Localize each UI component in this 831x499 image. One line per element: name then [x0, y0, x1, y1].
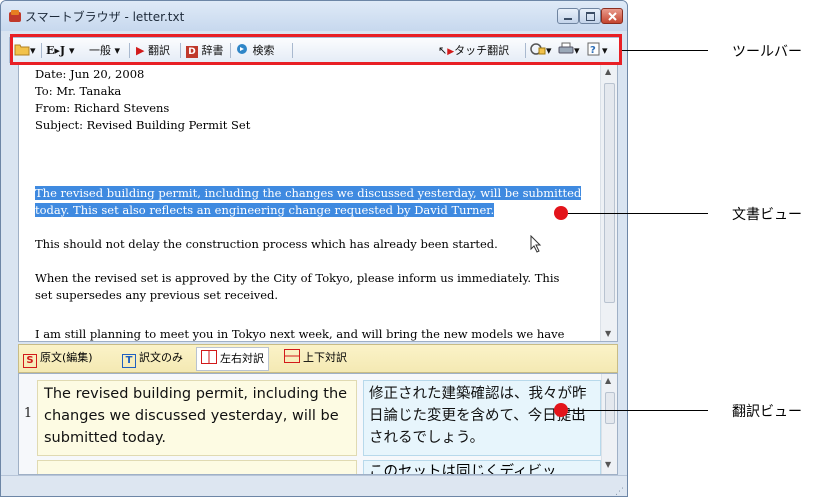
app-window: スマートブラウザ - letter.txt ▾ E▸J ▾ 一般 ▾ ▶ 翻訳 … [0, 0, 628, 497]
translation-scrollbar[interactable]: ▲ ▼ [601, 374, 617, 474]
translate-button[interactable]: ▶ 翻訳 [136, 42, 170, 59]
dropdown-icon: ▾ [574, 44, 580, 57]
mouse-cursor-icon [530, 235, 542, 253]
close-button[interactable] [601, 8, 623, 24]
search-button[interactable]: 検索 [236, 42, 275, 59]
translate-label: 翻訳 [147, 44, 170, 57]
minimize-icon [564, 18, 572, 20]
tools-icon [530, 43, 546, 55]
separator [525, 43, 526, 58]
doc-line: Subject: Revised Building Permit Set [35, 118, 251, 132]
folder-icon [14, 44, 30, 56]
svg-text:?: ? [590, 45, 596, 56]
selected-text: today. This set also reflects an enginee… [35, 203, 495, 217]
translation-view-callout-label: 翻訳ビュー [732, 404, 802, 420]
doc-line: To: Mr. Tanaka [35, 84, 122, 98]
separator [180, 43, 181, 58]
doc-line: This should not delay the construction p… [35, 237, 498, 251]
tab-translation-only-label: 訳文のみ [139, 351, 183, 364]
printer-icon [558, 42, 574, 54]
document-view[interactable]: Date: Jun 20, 2008 To: Mr. Tanaka From: … [18, 64, 618, 342]
row-number: 1 [23, 406, 33, 421]
dropdown-icon: ▾ [602, 44, 608, 57]
scroll-up-icon[interactable]: ▲ [605, 376, 611, 385]
app-icon [9, 10, 21, 22]
help-icon: ? [587, 42, 600, 56]
separator [41, 43, 42, 58]
search-icon [237, 44, 247, 54]
dictionary-icon: D [186, 46, 198, 58]
touch-translate-button[interactable]: ↖▶タッチ翻訳 [438, 42, 509, 59]
target-cell-next[interactable]: このセットは同じくディビッ [363, 460, 601, 474]
source-cell[interactable]: The revised building permit, including t… [37, 380, 357, 456]
vertical-scrollbar[interactable]: ▲ ▼ [600, 65, 617, 341]
view-tabs: S 原文(編集) T 訳文のみ 左右対訳 上下対訳 [18, 344, 618, 373]
tab-top-bottom[interactable]: 上下対訳 [284, 349, 347, 367]
translation-view-callout-line [568, 410, 708, 411]
window-title: スマートブラウザ - letter.txt [25, 10, 185, 24]
play-icon: ▶ [136, 44, 145, 57]
direction-select[interactable]: E▸J ▾ [46, 42, 74, 59]
maximize-button[interactable] [579, 8, 601, 24]
dictionary-label: 辞書 [201, 44, 224, 57]
scroll-thumb[interactable] [604, 83, 615, 303]
document-view-callout-label: 文書ビュー [732, 207, 802, 223]
separator [230, 43, 231, 58]
dropdown-icon: ▾ [30, 44, 36, 57]
close-icon [608, 12, 617, 21]
tab-side-by-side[interactable]: 左右対訳 [196, 347, 269, 371]
document-view-callout-line [568, 213, 708, 214]
print-button[interactable]: ▾ [558, 42, 580, 59]
target-cell[interactable]: 修正された建築確認は、我々が昨日論じた変更を含めて、今日提出されるでしょう。 [363, 380, 601, 456]
minimize-button[interactable] [557, 8, 579, 24]
dictionary-button[interactable]: D 辞書 [186, 42, 224, 59]
toolbar-callout-label: ツールバー [732, 44, 802, 60]
toolbar: ▾ E▸J ▾ 一般 ▾ ▶ 翻訳 D 辞書 検索 ↖▶タッチ翻訳 ▾ ▾ ? ▾ [9, 37, 621, 63]
separator [129, 43, 130, 58]
source-cell-next[interactable] [37, 460, 357, 474]
maximize-icon [586, 12, 595, 21]
translation-view-callout-dot [554, 403, 568, 417]
selected-text: The revised building permit, including t… [35, 186, 582, 200]
open-file-button[interactable]: ▾ [14, 42, 36, 59]
tab-side-by-side-label: 左右対訳 [220, 352, 264, 365]
top-bottom-icon [284, 349, 300, 363]
translation-icon: T [122, 354, 136, 368]
search-label: 検索 [252, 44, 275, 57]
document-view-callout-dot [554, 206, 568, 220]
tab-source-edit-label: 原文(編集) [40, 351, 93, 364]
title-bar: スマートブラウザ - letter.txt [1, 1, 627, 31]
touch-translate-label: タッチ翻訳 [454, 44, 510, 57]
tools-button[interactable]: ▾ [530, 42, 552, 59]
doc-line: From: Richard Stevens [35, 101, 170, 115]
tab-translation-only[interactable]: T 訳文のみ [122, 349, 183, 368]
category-select[interactable]: 一般 ▾ [89, 42, 120, 59]
status-bar: ⋰ [1, 475, 627, 496]
tab-top-bottom-label: 上下対訳 [303, 351, 347, 364]
side-by-side-icon [201, 350, 217, 364]
toolbar-callout-line [622, 50, 708, 51]
source-icon: S [23, 354, 37, 368]
translation-view[interactable]: 1 The revised building permit, including… [18, 373, 618, 475]
scroll-down-icon[interactable]: ▼ [605, 460, 611, 469]
dropdown-icon: ▾ [546, 44, 552, 57]
scroll-up-icon[interactable]: ▲ [605, 67, 611, 76]
doc-line: set supersedes any previous set received… [35, 288, 279, 302]
help-button[interactable]: ? ▾ [587, 42, 608, 59]
doc-line: Date: Jun 20, 2008 [35, 67, 145, 81]
scroll-thumb[interactable] [605, 392, 615, 424]
doc-line: When the revised set is approved by the … [35, 271, 560, 285]
scroll-down-icon[interactable]: ▼ [605, 329, 611, 338]
doc-line: I am still planning to meet you in Tokyo… [35, 327, 565, 341]
resize-grip-icon[interactable]: ⋰ [615, 487, 624, 496]
tab-source-edit[interactable]: S 原文(編集) [23, 349, 93, 368]
separator [292, 43, 293, 58]
cursor-icon: ↖ [438, 44, 448, 57]
